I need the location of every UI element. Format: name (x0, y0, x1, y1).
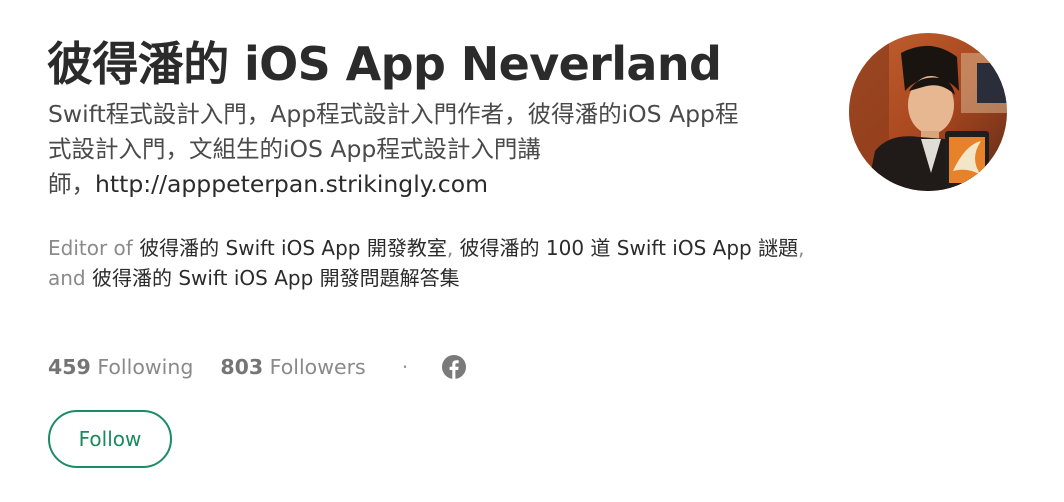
avatar-photo (849, 33, 1007, 191)
bio-line-3: 師， (48, 170, 95, 198)
and-word: and (48, 266, 92, 290)
profile-stats: 459 Following 803 Followers · (48, 351, 467, 383)
separator: , (446, 236, 460, 260)
following-count: 459 (48, 355, 91, 379)
editor-prefix: Editor of (48, 236, 140, 260)
profile-bio: Swift程式設計入門，App程式設計入門作者，彼得潘的iOS App程 式設計入… (48, 97, 818, 202)
publication-link[interactable]: 彼得潘的 Swift iOS App 開發教室 (139, 236, 447, 260)
publication-link[interactable]: 彼得潘的 100 道 Swift iOS App 謎題 (460, 236, 799, 260)
dot-separator: · (401, 355, 409, 379)
follow-button[interactable]: Follow (48, 410, 172, 468)
followers-link[interactable]: 803 Followers (220, 355, 365, 379)
bio-url: http://apppeterpan.strikingly.com (95, 170, 488, 198)
publication-link[interactable]: 彼得潘的 Swift iOS App 開發問題解答集 (92, 266, 460, 290)
avatar[interactable] (849, 33, 1007, 191)
following-link[interactable]: 459 Following (48, 355, 193, 379)
profile-name: 彼得潘的 iOS App Neverland (47, 37, 722, 91)
facebook-icon[interactable] (442, 355, 467, 379)
bio-line-1: Swift程式設計入門，App程式設計入門作者，彼得潘的iOS App程 (48, 100, 739, 128)
followers-label: Followers (269, 355, 366, 379)
following-label: Following (97, 355, 194, 379)
separator: , (798, 236, 805, 260)
editor-of: Editor of 彼得潘的 Swift iOS App 開發教室, 彼得潘的 … (48, 233, 908, 293)
followers-count: 803 (220, 355, 264, 379)
bio-line-2: 式設計入門，文組生的iOS App程式設計入門講 (48, 135, 541, 163)
